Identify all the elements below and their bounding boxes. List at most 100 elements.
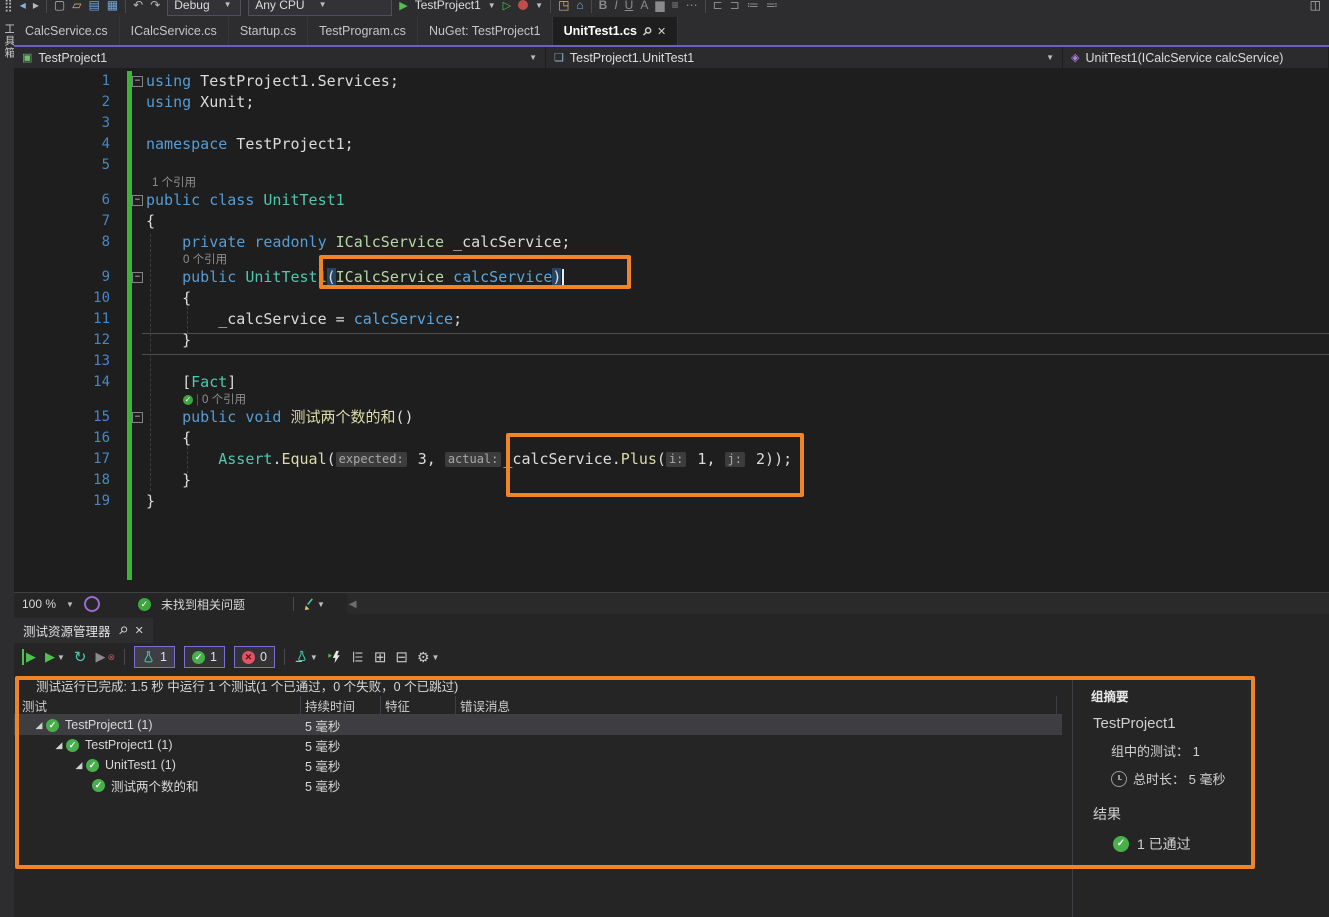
code-line[interactable]: 7{: [14, 211, 1329, 232]
bullet-list-icon[interactable]: ≕: [766, 0, 778, 12]
fold-collapse-icon[interactable]: −: [132, 272, 143, 283]
filter-failed-tests[interactable]: ✕ 0: [234, 646, 275, 668]
test-row[interactable]: ◢✓TestProject1 (1)5 毫秒: [14, 715, 1062, 735]
home-icon[interactable]: ⌂: [576, 0, 583, 12]
tab-unittest1-cs[interactable]: UnitTest1.cs⚲✕: [553, 17, 679, 45]
tab-calcservice-cs[interactable]: CalcService.cs: [14, 17, 120, 45]
col-duration[interactable]: 持续时间: [305, 696, 355, 715]
undo-icon[interactable]: ↶: [133, 0, 143, 12]
start-debug-caret-icon[interactable]: ▼: [488, 1, 496, 10]
fold-collapse-icon[interactable]: −: [132, 195, 143, 206]
code-cleanup-broom-icon[interactable]: [302, 597, 317, 612]
zoom-level[interactable]: 100 %: [22, 597, 56, 611]
open-folder-icon[interactable]: ▱: [72, 0, 81, 12]
codelens-line[interactable]: ✓|0 个引用: [14, 393, 1329, 407]
code-line[interactable]: 11 _calcService = calcService;: [14, 309, 1329, 330]
tab-startup-cs[interactable]: Startup.cs: [229, 17, 308, 45]
nav-forward-icon[interactable]: ▸: [33, 0, 39, 12]
code-line[interactable]: 13: [14, 351, 1329, 372]
breadcrumb-project[interactable]: ▣ TestProject1 ▼: [14, 47, 546, 68]
code-line[interactable]: 6−public class UnitTest1: [14, 190, 1329, 211]
settings-gear-icon[interactable]: ⚙▼: [417, 649, 439, 666]
col-traits[interactable]: 特征: [385, 696, 410, 715]
codelens-references[interactable]: 1 个引用: [152, 177, 196, 190]
codelens-line[interactable]: 1 个引用: [14, 176, 1329, 190]
playlist-icon[interactable]: ▼: [294, 650, 318, 664]
code-line[interactable]: 18 }: [14, 470, 1329, 491]
outdent-icon[interactable]: ⊐: [730, 0, 740, 12]
breadcrumb-member[interactable]: ◈ UnitTest1(ICalcService calcService): [1063, 47, 1329, 68]
repeat-last-run-icon[interactable]: ↻: [74, 648, 87, 666]
code-line[interactable]: 3: [14, 113, 1329, 134]
col-error[interactable]: 错误消息: [460, 696, 510, 715]
numbered-list-icon[interactable]: ≔: [747, 0, 759, 12]
window-pin-icon[interactable]: ◫: [1310, 0, 1321, 12]
tab-testprogram-cs[interactable]: TestProgram.cs: [308, 17, 418, 45]
codelens-references[interactable]: 0 个引用: [183, 254, 227, 267]
code-line[interactable]: 17 Assert.Equal(expected: 3, actual:_cal…: [14, 449, 1329, 470]
tree-expander-icon[interactable]: ◢: [52, 740, 66, 751]
col-test[interactable]: 测试: [22, 696, 47, 715]
italic-icon[interactable]: I: [614, 0, 617, 12]
code-line[interactable]: 5: [14, 155, 1329, 176]
new-file-icon[interactable]: ▢: [54, 0, 65, 12]
save-all-icon[interactable]: ▦: [107, 0, 118, 12]
pin-icon[interactable]: ⚲: [640, 24, 655, 39]
profiler-caret-icon[interactable]: ▼: [535, 1, 543, 10]
filter-total-tests[interactable]: 1: [134, 646, 175, 668]
code-line[interactable]: 10 {: [14, 288, 1329, 309]
align-icon[interactable]: ≡: [672, 0, 679, 12]
copilot-icon[interactable]: [84, 596, 100, 612]
find-in-files-icon[interactable]: ◳: [558, 0, 569, 12]
underline-icon[interactable]: U: [625, 0, 634, 12]
tab-icalcservice-cs[interactable]: ICalcService.cs: [120, 17, 229, 45]
run-tests-icon[interactable]: ▶▼: [45, 649, 65, 665]
code-editor[interactable]: 1−using TestProject1.Services;2using Xun…: [14, 68, 1329, 592]
text-color-icon[interactable]: A: [640, 0, 648, 12]
code-line[interactable]: 19}: [14, 491, 1329, 512]
bold-icon[interactable]: B: [599, 0, 608, 12]
codelens-line[interactable]: 0 个引用: [14, 253, 1329, 267]
nav-back-icon[interactable]: ◂: [20, 0, 26, 12]
test-row[interactable]: ✓测试两个数的和5 毫秒: [14, 775, 1062, 795]
code-line[interactable]: 4namespace TestProject1;: [14, 134, 1329, 155]
breadcrumb-type[interactable]: ❏ TestProject1.UnitTest1 ▼: [546, 47, 1063, 68]
tab-nuget-testproject1[interactable]: NuGet: TestProject1: [418, 17, 553, 45]
codelens-references[interactable]: 0 个引用: [202, 394, 246, 407]
fold-collapse-icon[interactable]: −: [132, 412, 143, 423]
horizontal-scrollbar[interactable]: ◀: [347, 593, 1329, 615]
cancel-run-icon[interactable]: ▶⊗: [96, 649, 116, 665]
expand-all-icon[interactable]: ⊞: [374, 648, 387, 666]
pin-icon[interactable]: ⚲: [115, 623, 130, 638]
debug-config-select[interactable]: Debug▼: [167, 0, 241, 16]
code-line[interactable]: 12 }: [14, 330, 1329, 351]
code-line[interactable]: 14 [Fact]: [14, 372, 1329, 393]
platform-select[interactable]: Any CPU▼: [248, 0, 392, 16]
close-icon[interactable]: ✕: [135, 624, 144, 637]
start-nodebug-icon[interactable]: ▷: [503, 0, 511, 12]
indent-icon[interactable]: ⊏: [713, 0, 723, 12]
code-line[interactable]: 16 {: [14, 428, 1329, 449]
group-by-icon[interactable]: [351, 650, 365, 664]
tree-expander-icon[interactable]: ◢: [72, 760, 86, 771]
run-failed-tests-icon[interactable]: [327, 650, 342, 664]
list-icon[interactable]: ⋯: [686, 0, 698, 12]
close-icon[interactable]: ✕: [657, 25, 666, 38]
highlight-icon[interactable]: ▆: [655, 0, 664, 12]
code-line[interactable]: 9− public UnitTest1(ICalcService calcSer…: [14, 267, 1329, 288]
zoom-caret-icon[interactable]: ▼: [66, 600, 74, 609]
start-debug-label[interactable]: TestProject1: [415, 0, 481, 12]
test-row[interactable]: ◢✓TestProject1 (1)5 毫秒: [14, 735, 1062, 755]
tree-expander-icon[interactable]: ◢: [32, 720, 46, 731]
test-row[interactable]: ◢✓UnitTest1 (1)5 毫秒: [14, 755, 1062, 775]
redo-icon[interactable]: ↷: [150, 0, 160, 12]
cleanup-caret-icon[interactable]: ▼: [317, 600, 325, 609]
scroll-left-icon[interactable]: ◀: [349, 599, 357, 610]
profiler-icon[interactable]: [518, 0, 528, 10]
code-line[interactable]: 2using Xunit;: [14, 92, 1329, 113]
save-icon[interactable]: ▤: [88, 0, 99, 12]
collapse-all-icon[interactable]: ⊟: [395, 648, 408, 666]
fold-collapse-icon[interactable]: −: [132, 76, 143, 87]
filter-passed-tests[interactable]: ✓ 1: [184, 646, 225, 668]
code-line[interactable]: 15− public void 测试两个数的和(): [14, 407, 1329, 428]
